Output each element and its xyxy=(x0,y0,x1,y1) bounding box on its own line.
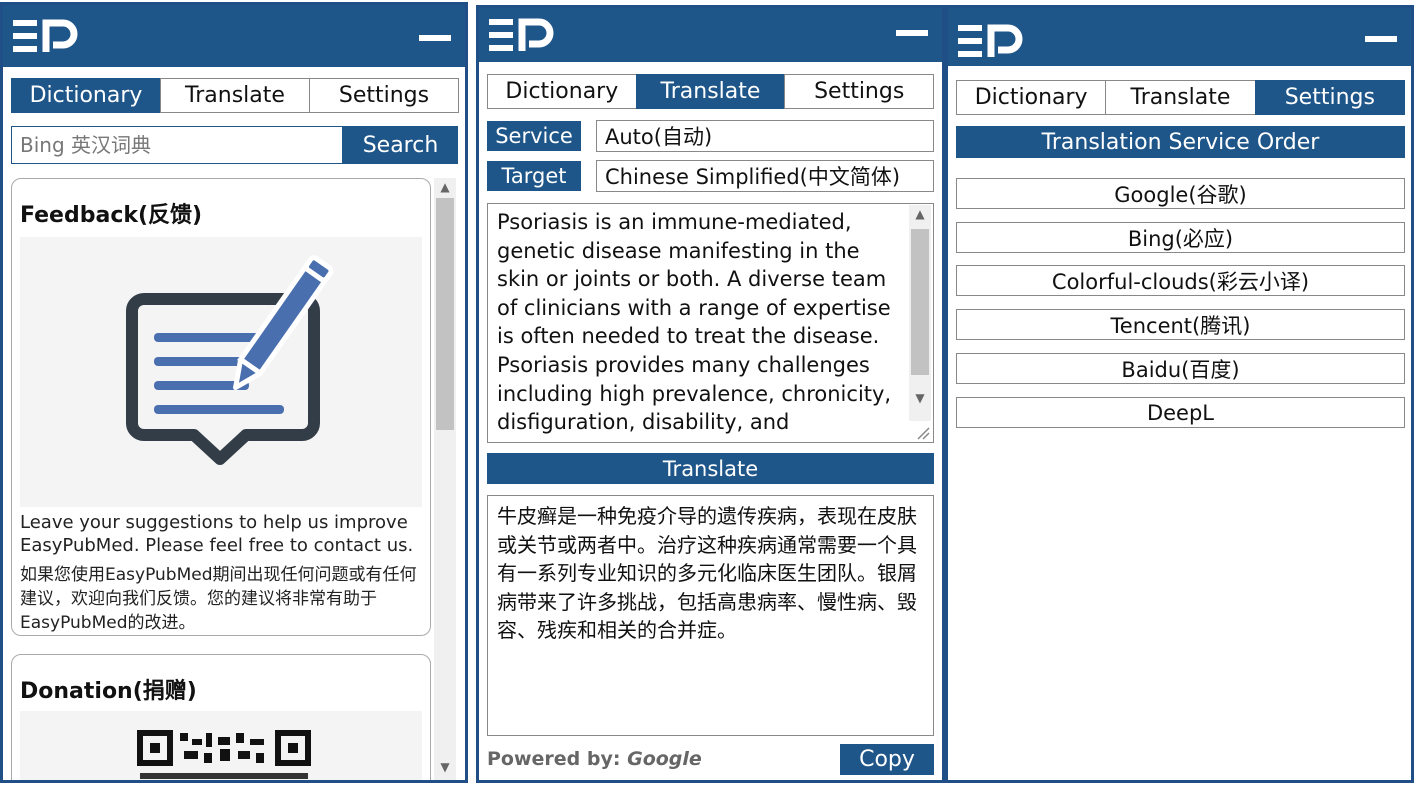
service-order-item[interactable]: Colorful-clouds(彩云小译) xyxy=(956,265,1405,296)
tab-dictionary[interactable]: Dictionary xyxy=(956,80,1107,115)
service-order-item[interactable]: Tencent(腾讯) xyxy=(956,309,1405,340)
minimize-button[interactable] xyxy=(1365,36,1397,42)
powered-by: Powered by: Google xyxy=(487,748,702,770)
minimize-button[interactable] xyxy=(419,35,451,41)
result-text: 牛皮癣是一种免疫介导的遗传疾病，表现在皮肤或关节或两者中。治疗这种疾病通常需要一… xyxy=(497,504,917,642)
dictionary-scrollbar[interactable]: ▲ ▼ xyxy=(434,178,456,780)
powered-service: Google xyxy=(627,748,702,770)
easypubmed-logo xyxy=(13,19,78,52)
tab-translate[interactable]: Translate xyxy=(1105,80,1256,115)
app-header xyxy=(3,5,465,67)
feedback-illustration xyxy=(20,237,422,507)
search-input[interactable] xyxy=(11,126,343,164)
result-text-area[interactable]: 牛皮癣是一种免疫介导的遗传疾病，表现在皮肤或关节或两者中。治疗这种疾病通常需要一… xyxy=(487,495,934,736)
feedback-card: Feedback(反馈) Leave your suggestions to h… xyxy=(11,178,431,636)
service-order-item[interactable]: Baidu(百度) xyxy=(956,353,1405,384)
scrollbar-thumb[interactable] xyxy=(911,229,929,375)
tab-settings[interactable]: Settings xyxy=(1254,80,1405,115)
copy-button[interactable]: Copy xyxy=(840,744,934,775)
easypubmed-logo xyxy=(958,24,1023,57)
tab-settings[interactable]: Settings xyxy=(784,74,935,109)
scroll-down-icon[interactable]: ▼ xyxy=(434,760,456,774)
service-order-title: Translation Service Order xyxy=(956,126,1405,158)
powered-label: Powered by: xyxy=(487,748,621,770)
feedback-text-en: Leave your suggestions to help us improv… xyxy=(20,512,414,556)
tab-dictionary[interactable]: Dictionary xyxy=(487,74,637,109)
donation-qr-area xyxy=(20,711,422,780)
qr-code-icon xyxy=(137,730,311,779)
tab-dictionary[interactable]: Dictionary xyxy=(11,78,161,113)
translate-panel: Dictionary Translate Settings Service Au… xyxy=(476,5,945,783)
target-select[interactable]: Chinese Simplified(中文简体) xyxy=(596,160,934,192)
translate-button[interactable]: Translate xyxy=(487,453,934,484)
feedback-title: Feedback(反馈) xyxy=(20,203,203,228)
target-label: Target xyxy=(487,161,581,191)
service-label: Service xyxy=(487,121,581,151)
service-order-item[interactable]: Bing(必应) xyxy=(956,222,1405,253)
search-button[interactable]: Search xyxy=(343,126,458,164)
service-order-item[interactable]: DeepL xyxy=(956,397,1405,428)
scroll-up-icon[interactable]: ▲ xyxy=(909,207,931,221)
easypubmed-logo xyxy=(489,18,554,51)
app-header xyxy=(948,8,1411,66)
service-order-item[interactable]: Google(谷歌) xyxy=(956,178,1405,209)
tab-translate[interactable]: Translate xyxy=(160,78,310,113)
settings-panel: Dictionary Translate Settings Translatio… xyxy=(945,5,1414,783)
resize-grip-icon[interactable] xyxy=(916,426,930,440)
scroll-down-icon[interactable]: ▼ xyxy=(909,391,931,405)
service-select[interactable]: Auto(自动) xyxy=(596,120,934,152)
tab-bar: Dictionary Translate Settings xyxy=(11,78,459,113)
feedback-text-zh: 如果您使用EasyPubMed期间出现任何问题或有任何建议，欢迎向我们反馈。您的… xyxy=(20,565,417,633)
donation-card: Donation(捐赠) xyxy=(11,654,431,780)
source-text: Psoriasis is an immune-mediated, genetic… xyxy=(497,210,892,435)
search-bar: Search xyxy=(11,126,458,164)
tab-translate[interactable]: Translate xyxy=(635,74,786,109)
dictionary-content: Feedback(反馈) Leave your suggestions to h… xyxy=(11,178,461,780)
minimize-button[interactable] xyxy=(896,30,928,36)
source-scrollbar[interactable]: ▲ ▼ xyxy=(909,205,931,421)
dictionary-panel: Dictionary Translate Settings Search Fee… xyxy=(0,2,468,783)
scrollbar-thumb[interactable] xyxy=(436,198,454,430)
scroll-up-icon[interactable]: ▲ xyxy=(434,180,456,194)
feedback-icon xyxy=(126,255,334,465)
tab-bar: Dictionary Translate Settings xyxy=(956,80,1405,115)
tab-bar: Dictionary Translate Settings xyxy=(487,74,935,109)
source-text-area[interactable]: Psoriasis is an immune-mediated, genetic… xyxy=(487,203,934,443)
donation-title: Donation(捐赠) xyxy=(20,679,197,704)
tab-settings[interactable]: Settings xyxy=(309,78,459,113)
app-header xyxy=(479,8,942,62)
